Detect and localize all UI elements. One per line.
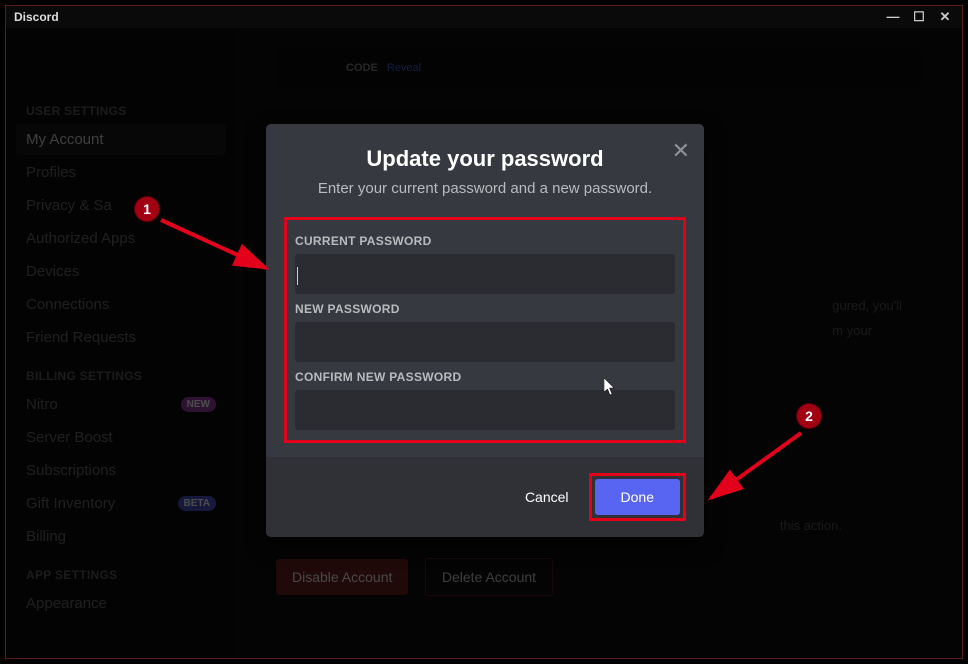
modal-header: Update your password Enter your current … (266, 124, 704, 207)
annotation-arrow-2 (696, 423, 816, 513)
update-password-modal: Update your password Enter your current … (266, 124, 704, 537)
app-body: USER SETTINGS My Account Profiles Privac… (6, 28, 962, 658)
annotated-fields: CURRENT PASSWORD NEW PASSWORD CONFIRM NE… (284, 217, 686, 443)
modal-subtitle: Enter your current password and a new pa… (286, 180, 684, 197)
close-window-icon[interactable]: ✕ (936, 9, 954, 25)
done-button[interactable]: Done (595, 479, 680, 515)
annotation-badge-1: 1 (134, 196, 160, 222)
new-password-label: NEW PASSWORD (295, 302, 675, 316)
new-password-input[interactable] (295, 322, 675, 362)
done-annotation-box: Done (589, 473, 686, 521)
app-window: Discord — ☐ ✕ USER SETTINGS My Account P… (5, 5, 963, 659)
modal-footer: Cancel Done (266, 457, 704, 537)
minimize-icon[interactable]: — (884, 9, 902, 25)
text-caret (297, 267, 298, 285)
window-title: Discord (14, 10, 59, 24)
modal-body: CURRENT PASSWORD NEW PASSWORD CONFIRM NE… (266, 207, 704, 457)
confirm-new-password-input[interactable] (295, 390, 675, 430)
titlebar: Discord — ☐ ✕ (6, 6, 962, 28)
confirm-new-password-label: CONFIRM NEW PASSWORD (295, 370, 675, 384)
annotation-badge-2: 2 (796, 403, 822, 429)
current-password-input[interactable] (295, 254, 675, 294)
current-password-label: CURRENT PASSWORD (295, 234, 675, 248)
annotation-arrow-1 (146, 208, 286, 288)
close-icon[interactable]: ✕ (672, 138, 690, 164)
modal-title: Update your password (286, 146, 684, 172)
maximize-icon[interactable]: ☐ (910, 9, 928, 25)
cursor-icon (604, 378, 618, 401)
cancel-button[interactable]: Cancel (525, 489, 569, 505)
window-controls: — ☐ ✕ (884, 9, 954, 25)
